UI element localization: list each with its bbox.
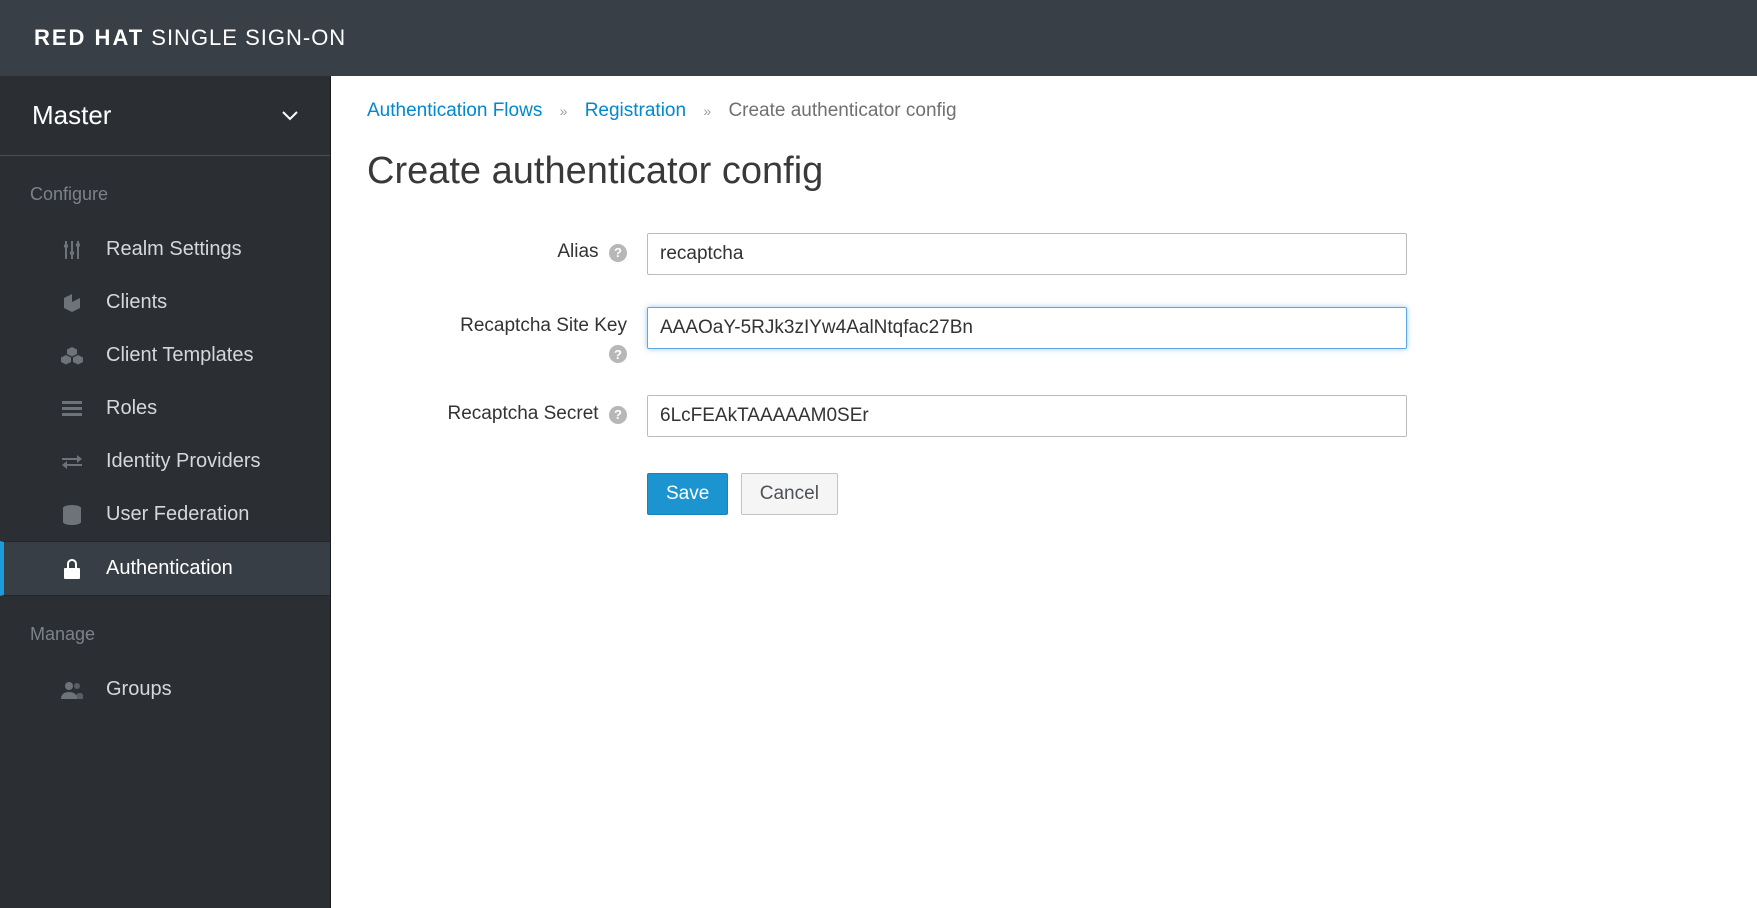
breadcrumb-separator-icon: » [703, 103, 711, 119]
sidebar-item-client-templates[interactable]: Client Templates [0, 329, 330, 382]
form-row-secret: Recaptcha Secret ? [367, 395, 1721, 437]
sidebar-section-configure: Configure [0, 156, 330, 223]
form-row-alias: Alias ? [367, 233, 1721, 275]
sidebar-item-label: Identity Providers [106, 450, 261, 473]
sidebar-item-realm-settings[interactable]: Realm Settings [0, 223, 330, 276]
alias-label: Alias [557, 241, 598, 262]
breadcrumb-authentication-flows[interactable]: Authentication Flows [367, 100, 542, 121]
sidebar-item-label: Authentication [106, 557, 233, 580]
breadcrumb-registration[interactable]: Registration [585, 100, 686, 121]
exchange-icon [60, 454, 84, 470]
sidebar-item-label: Groups [106, 678, 172, 701]
sidebar-item-groups[interactable]: Groups [0, 663, 330, 716]
lock-icon [60, 559, 84, 579]
list-icon [60, 401, 84, 417]
secret-label: Recaptcha Secret [448, 403, 599, 424]
header-bar: RED HAT SINGLE SIGN-ON [0, 0, 1757, 76]
logo-bold: RED HAT [34, 25, 144, 50]
sidebar-section-manage: Manage [0, 596, 330, 663]
sliders-icon [60, 240, 84, 260]
page-title: Create authenticator config [367, 150, 1721, 193]
sidebar-item-label: Clients [106, 291, 167, 314]
help-icon[interactable]: ? [609, 244, 627, 262]
sidebar-item-label: Client Templates [106, 344, 253, 367]
breadcrumb: Authentication Flows » Registration » Cr… [367, 100, 1721, 122]
cubes-icon [60, 346, 84, 366]
sidebar-item-clients[interactable]: Clients [0, 276, 330, 329]
cancel-button[interactable]: Cancel [741, 473, 838, 515]
breadcrumb-separator-icon: » [560, 103, 568, 119]
database-icon [60, 505, 84, 525]
help-icon[interactable]: ? [609, 345, 627, 363]
sidebar-item-user-federation[interactable]: User Federation [0, 488, 330, 541]
sidebar-item-authentication[interactable]: Authentication [0, 541, 330, 596]
sidebar: Master Configure Realm Settings Clients … [0, 76, 331, 908]
site-key-input[interactable] [647, 307, 1407, 349]
cube-icon [60, 293, 84, 313]
form-row-buttons: Save Cancel [367, 469, 1721, 515]
sidebar-item-label: User Federation [106, 503, 249, 526]
main-content: Authentication Flows » Registration » Cr… [331, 76, 1757, 908]
sidebar-item-identity-providers[interactable]: Identity Providers [0, 435, 330, 488]
logo-light: SINGLE SIGN-ON [144, 25, 346, 50]
site-key-label: Recaptcha Site Key [460, 315, 627, 336]
help-icon[interactable]: ? [609, 406, 627, 424]
breadcrumb-current: Create authenticator config [728, 100, 956, 121]
chevron-down-icon [282, 108, 298, 124]
save-button[interactable]: Save [647, 473, 728, 515]
sidebar-item-label: Roles [106, 397, 157, 420]
form-row-site-key: Recaptcha Site Key ? [367, 307, 1721, 363]
realm-name: Master [32, 100, 111, 131]
secret-input[interactable] [647, 395, 1407, 437]
realm-selector[interactable]: Master [0, 76, 330, 156]
alias-input[interactable] [647, 233, 1407, 275]
sidebar-item-roles[interactable]: Roles [0, 382, 330, 435]
sidebar-item-label: Realm Settings [106, 238, 242, 261]
users-icon [60, 681, 84, 699]
product-logo: RED HAT SINGLE SIGN-ON [34, 25, 346, 51]
